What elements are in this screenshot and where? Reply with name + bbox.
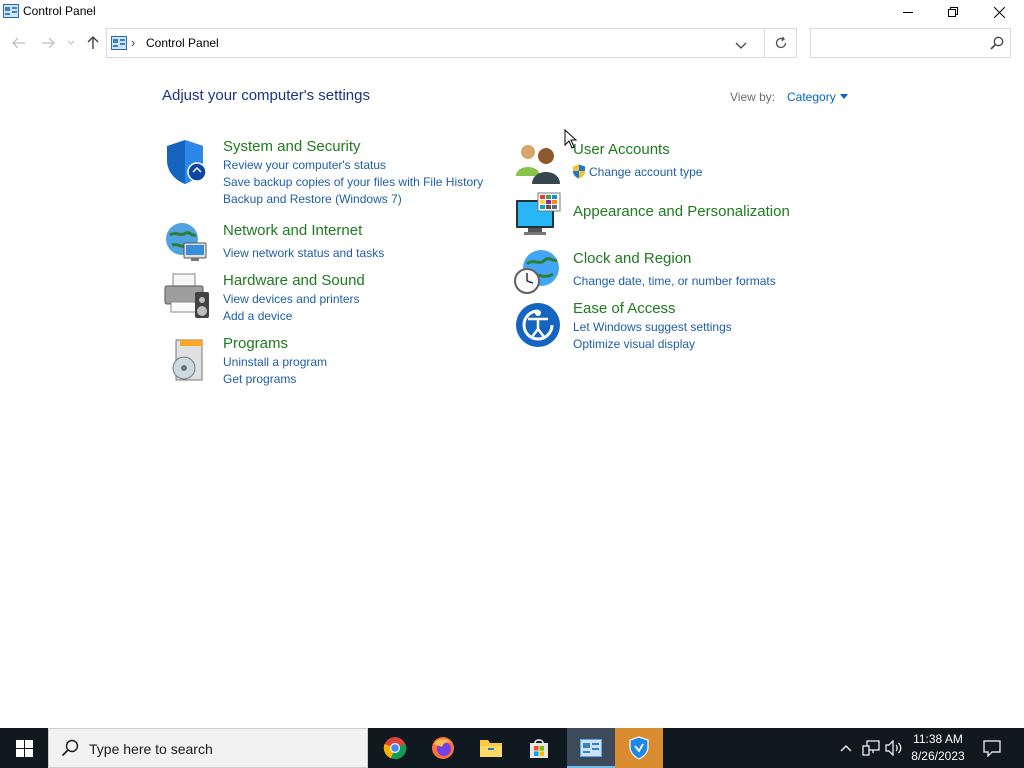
firefox-icon [432,737,454,759]
up-button[interactable] [84,32,102,54]
start-button[interactable] [0,728,48,768]
title-bar[interactable]: Control Panel [0,0,1024,24]
taskbar-security-app[interactable] [615,728,663,768]
category-title-appearance-and-personalization[interactable]: Appearance and Personalization [573,203,790,220]
chevron-up-icon [840,745,852,752]
link-backup-restore[interactable]: Backup and Restore (Windows 7) [223,192,402,206]
link-file-history-backup[interactable]: Save backup copies of your files with Fi… [223,175,483,189]
printer-speaker-icon[interactable] [163,272,211,320]
close-button[interactable] [976,0,1022,24]
monitor-palette-icon[interactable] [514,192,562,240]
forward-button[interactable] [39,32,57,54]
view-by-dropdown[interactable]: Category [787,90,836,104]
programs-box-icon[interactable] [166,336,214,384]
taskbar-file-explorer[interactable] [467,728,515,768]
speaker-icon [885,740,902,756]
link-optimize-visual-display[interactable]: Optimize visual display [573,337,695,351]
minimize-button[interactable] [885,0,931,24]
close-icon [993,6,1005,18]
category-title-ease-of-access[interactable]: Ease of Access [573,300,676,317]
users-icon[interactable] [514,140,562,188]
link-change-date-time-formats[interactable]: Change date, time, or number formats [573,274,776,288]
network-globe-icon[interactable] [162,217,210,265]
category-title-system-and-security[interactable]: System and Security [223,138,361,155]
restore-button[interactable] [930,0,976,24]
link-add-device[interactable]: Add a device [223,309,292,323]
page-title: Adjust your computer's settings [162,87,370,104]
system-clock[interactable]: 11:38 AM 8/26/2023 [905,731,971,765]
ease-of-access-icon[interactable] [514,301,562,349]
breadcrumb-separator[interactable]: › [131,35,135,50]
taskbar-search-placeholder: Type here to search [89,741,213,757]
address-history-button[interactable] [735,37,747,55]
category-title-programs[interactable]: Programs [223,335,288,352]
category-title-clock-and-region[interactable]: Clock and Region [573,250,691,267]
link-uninstall-program[interactable]: Uninstall a program [223,355,327,369]
arrow-left-icon [12,37,25,49]
show-hidden-icons-button[interactable] [838,728,854,768]
chevron-down-icon [67,40,75,45]
clock-globe-icon[interactable] [513,248,561,296]
taskbar-microsoft-store[interactable] [515,728,563,768]
link-review-computer-status[interactable]: Review your computer's status [223,158,386,172]
link-devices-and-printers[interactable]: View devices and printers [223,292,360,306]
file-explorer-icon [480,740,502,757]
breadcrumb-control-panel[interactable]: Control Panel [146,36,219,50]
category-title-user-accounts[interactable]: User Accounts [573,141,670,158]
window-title: Control Panel [23,4,96,18]
caret-down-icon[interactable] [840,94,848,99]
link-get-programs[interactable]: Get programs [223,372,296,386]
microsoft-store-icon [530,739,548,758]
category-title-network-and-internet[interactable]: Network and Internet [223,222,362,239]
taskbar-chrome[interactable] [371,728,419,768]
recent-locations-button[interactable] [65,32,77,54]
link-windows-suggest-settings[interactable]: Let Windows suggest settings [573,320,732,334]
network-status-button[interactable] [861,728,881,768]
view-by-label: View by: [730,90,776,104]
uac-shield-icon [573,164,585,179]
back-button[interactable] [10,32,28,54]
category-title-hardware-and-sound[interactable]: Hardware and Sound [223,272,365,289]
chevron-down-icon [735,42,747,49]
control-panel-window: Control Panel › Control Panel Adjust you… [0,0,1024,728]
minimize-icon [903,12,913,13]
network-icon [862,740,880,756]
search-icon [990,36,1004,55]
control-panel-icon [111,36,127,50]
clock-date: 8/26/2023 [911,749,965,763]
arrow-up-icon [87,36,99,49]
action-center-button[interactable] [980,728,1004,768]
search-control-panel-input[interactable] [810,28,1011,58]
restore-icon [948,7,958,17]
search-icon [61,739,79,757]
arrow-right-icon [42,37,55,49]
control-panel-icon [3,4,19,18]
taskbar-search-box[interactable]: Type here to search [48,728,368,768]
security-app-icon [629,736,649,760]
taskbar-control-panel[interactable] [567,728,615,768]
notification-icon [983,739,1001,757]
address-bar[interactable]: › Control Panel [106,28,765,58]
refresh-button[interactable] [765,28,797,58]
chrome-icon [383,737,407,760]
link-network-status[interactable]: View network status and tasks [223,246,384,260]
volume-button[interactable] [884,728,904,768]
taskbar-firefox[interactable] [419,728,467,768]
clock-time: 11:38 AM [913,732,963,746]
windows-logo-icon [15,739,33,757]
refresh-icon [775,36,786,49]
control-panel-icon [580,739,602,757]
mouse-pointer-icon [564,129,577,149]
shield-icon[interactable] [163,138,211,186]
taskbar: Type here to search 11:38 AM 8/26/2023 [0,728,1024,768]
link-change-account-type[interactable]: Change account type [589,165,702,179]
